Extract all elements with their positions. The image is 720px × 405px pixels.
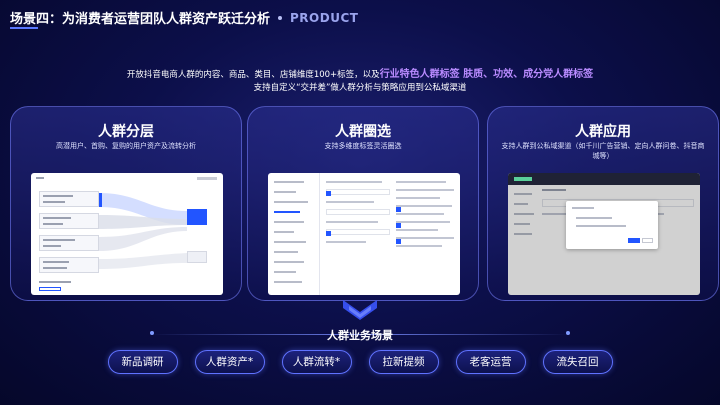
chevron-down-icon xyxy=(343,300,377,320)
card-title: 人群应用 xyxy=(575,124,631,140)
tag-audience-flow[interactable]: 人群流转* xyxy=(281,350,352,374)
tag-new-product-research[interactable]: 新品调研 xyxy=(107,350,178,374)
intro-line-1: 开放抖音电商人群的内容、商品、类目、店铺维度100+标签，以及行业特色人群标签 … xyxy=(0,68,720,82)
business-tag-list: 新品调研 人群资产* 人群流转* 拉新提频 老客运营 流失召回 xyxy=(0,350,720,374)
application-screenshot xyxy=(508,173,700,295)
tag-acquisition-frequency[interactable]: 拉新提频 xyxy=(368,350,439,374)
tag-churn-recall[interactable]: 流失召回 xyxy=(542,350,613,374)
tag-existing-customer-ops[interactable]: 老客运营 xyxy=(455,350,526,374)
segment-box xyxy=(39,257,99,273)
card-description: 支持多维度标签灵活圈选 xyxy=(324,142,402,150)
segmentation-screenshot xyxy=(31,173,223,295)
title-underline xyxy=(10,27,38,29)
intro-line-2: 支持自定义“交并差”做人群分析与策略应用到公私域渠道 xyxy=(253,83,467,93)
card-title: 人群圈选 xyxy=(335,124,391,140)
segment-box xyxy=(39,191,99,207)
screenshot-footer-label xyxy=(39,281,71,283)
modal-confirm-button xyxy=(628,238,640,243)
card-title: 人群分层 xyxy=(98,124,154,140)
card-description: 高潜用户、首购、复购的用户资产及流转分析 xyxy=(56,142,196,150)
page-title: 场景四：为消费者运营团队人群资产跃迁分析 xyxy=(10,12,271,27)
flow-target-node xyxy=(187,251,207,263)
intro-line-1-highlight: 行业特色人群标签 肤质、功效、成分党人群标签 xyxy=(379,69,594,80)
screenshot-label xyxy=(36,177,44,179)
screenshot-topbar xyxy=(508,173,700,185)
filter-column xyxy=(396,181,460,253)
screenshot-logo xyxy=(514,177,532,181)
filter-column xyxy=(326,181,390,249)
flow-target-node xyxy=(187,209,207,225)
segment-box xyxy=(39,235,99,251)
screenshot-sidebar xyxy=(268,173,320,295)
segment-box xyxy=(39,213,99,229)
screenshot-footer-button xyxy=(39,287,61,291)
intro-line-1-prefix: 开放抖音电商人群的内容、商品、类目、店铺维度100+标签，以及 xyxy=(126,70,380,80)
card-application: 人群应用 支持人群到公私域渠道（如千川广告营销、定向人群问卷、抖音商城等） xyxy=(487,106,719,301)
card-description: 支持人群到公私域渠道（如千川广告营销、定向人群问卷、抖音商城等） xyxy=(501,142,705,160)
business-section-title: 人群业务场景 xyxy=(327,329,393,342)
modal-cancel-button xyxy=(642,238,653,243)
modal-dialog xyxy=(566,201,658,249)
product-label: PRODUCT xyxy=(290,10,359,25)
page-header: 场景四：为消费者运营团队人群资产跃迁分析 PRODUCT xyxy=(10,8,359,28)
title-separator-dot xyxy=(278,15,283,20)
card-selection: 人群圈选 支持多维度标签灵活圈选 xyxy=(247,106,479,301)
intro-text: 开放抖音电商人群的内容、商品、类目、店铺维度100+标签，以及行业特色人群标签 … xyxy=(0,68,720,95)
selection-screenshot xyxy=(268,173,460,295)
tag-audience-assets[interactable]: 人群资产* xyxy=(194,350,265,374)
card-segmentation: 人群分层 高潜用户、首购、复购的用户资产及流转分析 xyxy=(10,106,242,301)
screenshot-toolbar xyxy=(197,177,217,180)
